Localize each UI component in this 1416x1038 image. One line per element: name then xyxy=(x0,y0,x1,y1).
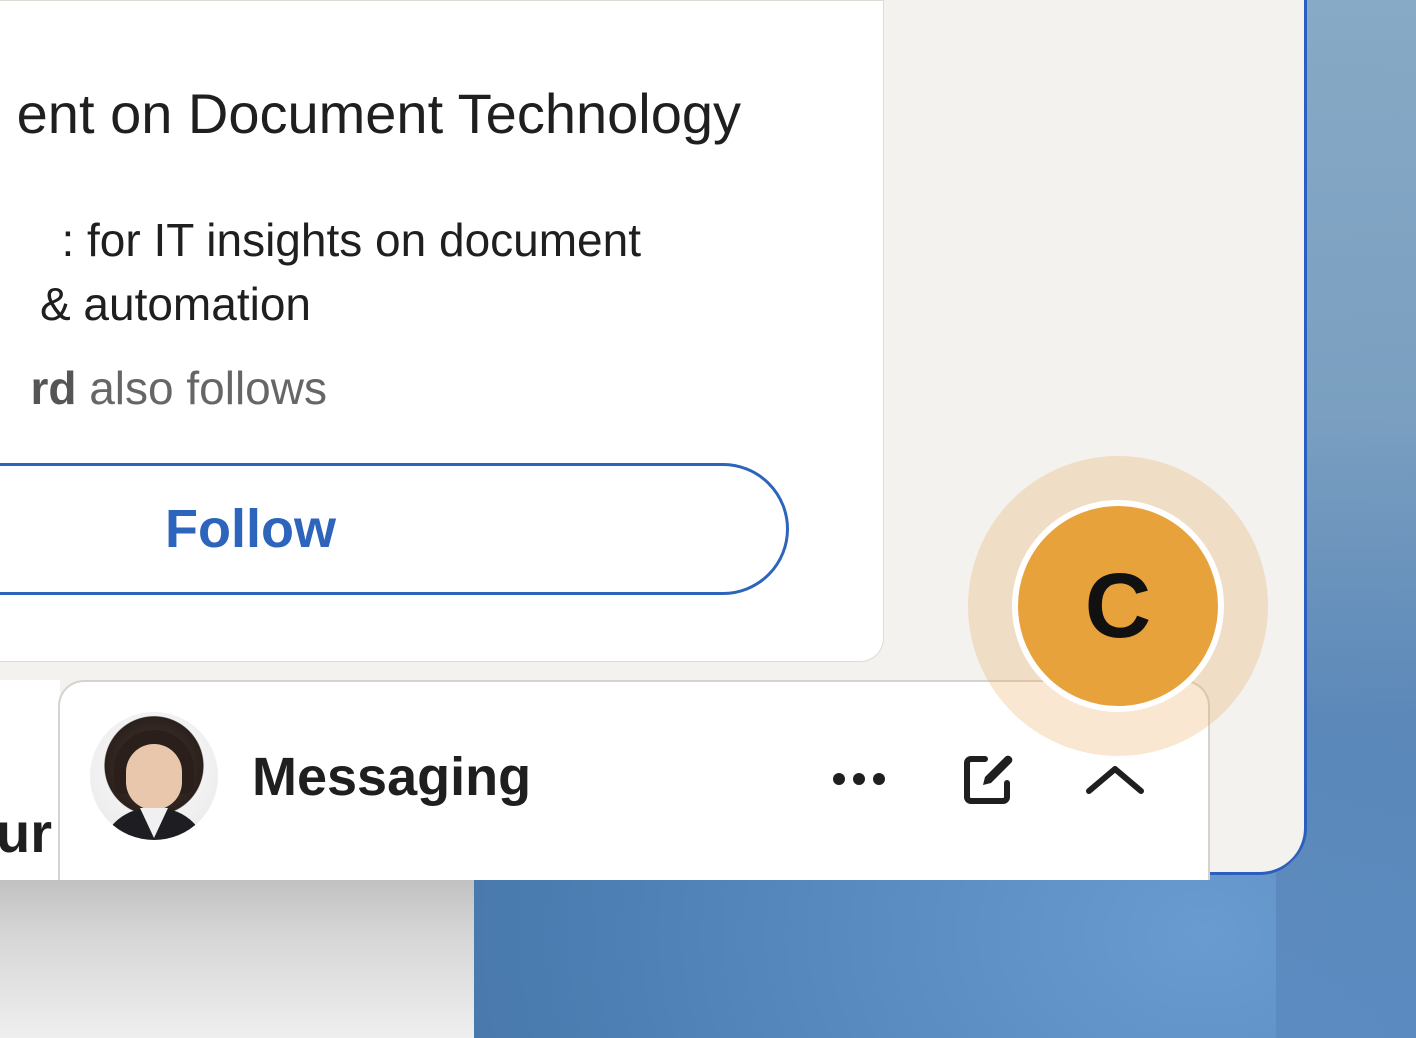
mutual-follower-name[interactable]: rd xyxy=(30,362,76,414)
compose-message-icon xyxy=(964,755,1013,804)
company-description-line-2: & automation xyxy=(39,278,311,330)
cursor-badge: C xyxy=(1012,500,1224,712)
ellipsis-icon xyxy=(833,773,885,785)
chevron-up-icon xyxy=(1086,766,1144,794)
company-description-line-1: : for IT insights on document xyxy=(61,214,641,266)
messaging-title[interactable]: Messaging xyxy=(252,746,531,808)
partial-adjacent-text: ur xyxy=(0,801,52,864)
company-suggestion-card: ent on Document Technology : for IT insi… xyxy=(0,0,884,662)
more-options-button[interactable] xyxy=(814,734,904,824)
messaging-avatar[interactable] xyxy=(90,712,218,840)
company-name[interactable]: ent on Document Technology xyxy=(0,81,741,146)
follow-button[interactable]: Follow xyxy=(0,463,789,595)
avatar-face xyxy=(126,744,182,810)
compose-message-button[interactable] xyxy=(944,734,1034,824)
mutual-follower-text: rd also follows xyxy=(0,361,327,415)
background-window xyxy=(0,860,474,1038)
also-follows-label: also follows xyxy=(76,362,327,414)
